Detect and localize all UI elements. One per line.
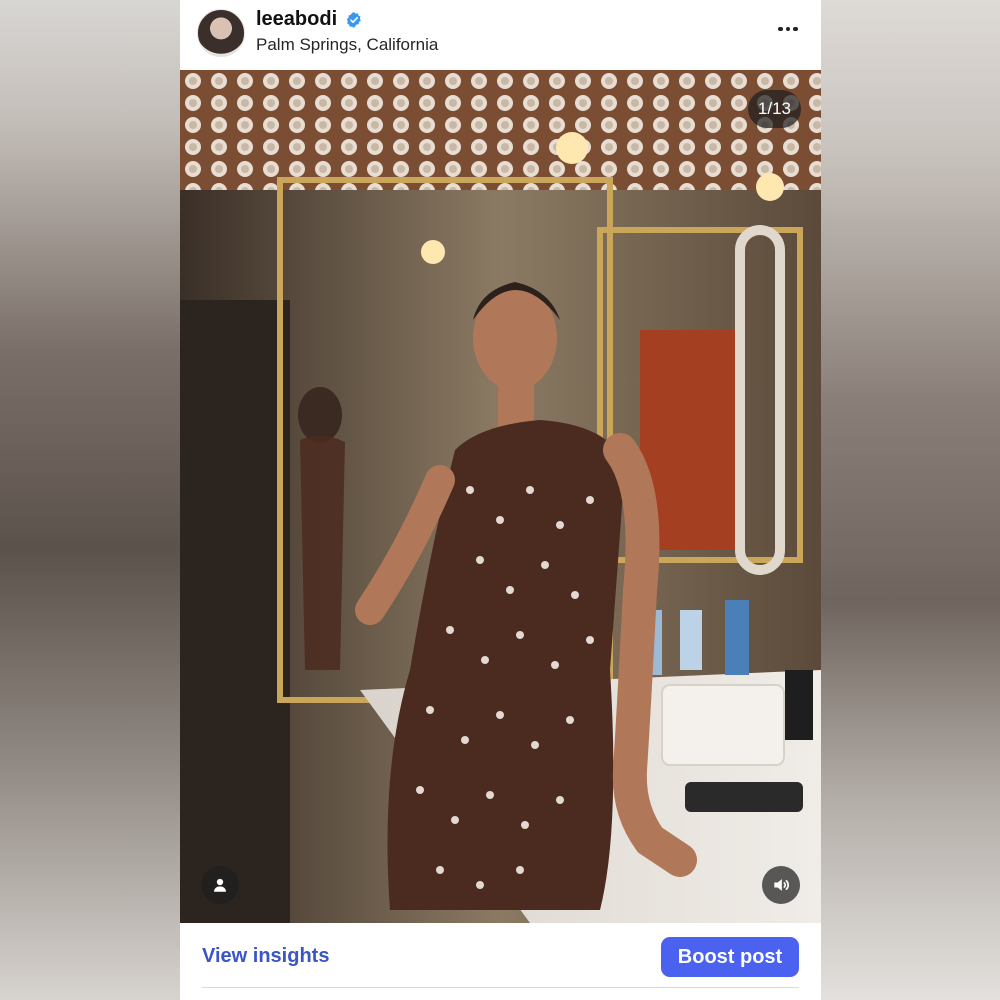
view-insights-link[interactable]: View insights: [202, 945, 329, 968]
audio-toggle-button[interactable]: [762, 866, 800, 904]
user-icon: [214, 878, 226, 892]
boost-post-button[interactable]: Boost post: [661, 937, 799, 977]
tagged-users-button[interactable]: [201, 866, 239, 904]
verified-badge-icon: [346, 12, 361, 28]
photo-illustration: [180, 70, 821, 923]
post-footer: View insights Boost post: [180, 923, 821, 1000]
profile-avatar[interactable]: [197, 9, 245, 57]
divider: [202, 987, 799, 988]
carousel-counter: 1/13: [747, 90, 801, 128]
more-options-icon[interactable]: [773, 14, 803, 44]
background-right: [820, 0, 1000, 1000]
background-left: [0, 0, 180, 1000]
post-location[interactable]: Palm Springs, California: [256, 35, 438, 55]
post-card: leeabodi Palm Springs, California 1/13 V…: [180, 0, 821, 1000]
post-photo[interactable]: 1/13: [180, 70, 821, 923]
speaker-icon: [774, 879, 789, 891]
post-header: leeabodi Palm Springs, California: [180, 0, 821, 70]
username[interactable]: leeabodi: [256, 8, 337, 31]
